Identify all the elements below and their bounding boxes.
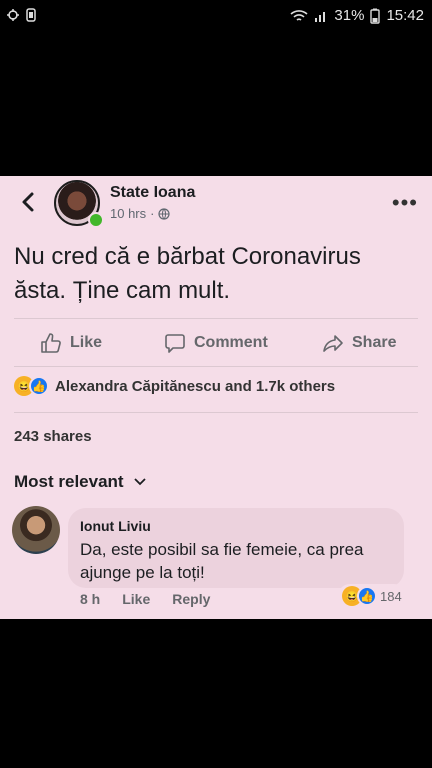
commenter-avatar[interactable] <box>12 506 60 554</box>
post-text: Nu cred că e bărbat Coronavirus ăsta. Ți… <box>14 243 361 304</box>
more-icon[interactable]: ••• <box>392 190 418 216</box>
reactions-text: Alexandra Căpitănescu and 1.7k others <box>55 377 336 395</box>
comment-author[interactable]: Ionut Liviu <box>80 518 151 534</box>
reactions-summary[interactable]: 😆 👍 Alexandra Căpitănescu and 1.7k other… <box>14 376 335 396</box>
status-bar: 31% 15:42 <box>0 0 432 32</box>
online-indicator <box>88 212 104 228</box>
comment-reaction-count: 184 <box>380 588 402 604</box>
divider <box>14 412 418 413</box>
comment-like-button[interactable]: Like <box>122 591 150 607</box>
sync-icon <box>7 9 19 21</box>
chevron-down-icon <box>133 478 146 486</box>
like-label: Like <box>70 334 103 351</box>
comment-actions: 8 h Like Reply <box>80 591 210 607</box>
notification-icon <box>26 8 36 22</box>
comment-label: Comment <box>194 334 268 351</box>
share-icon <box>323 335 343 352</box>
post-meta: 10 hrs · <box>110 206 171 221</box>
meta-separator: · <box>150 206 155 221</box>
share-button[interactable]: Share <box>322 332 396 354</box>
comment-time: 8 h <box>80 591 101 607</box>
back-icon[interactable] <box>16 188 40 216</box>
status-left <box>6 8 36 22</box>
status-right: 31% 15:42 <box>290 7 424 24</box>
share-label: Share <box>352 334 397 351</box>
comment-icon <box>165 334 185 353</box>
wifi-icon <box>290 9 308 21</box>
divider <box>14 366 418 367</box>
comment-reply-button[interactable]: Reply <box>172 591 210 607</box>
shares-count[interactable]: 243 shares <box>14 428 92 445</box>
comment-sort[interactable]: Most relevant <box>14 472 146 492</box>
thumb-icon: 👍 <box>357 586 377 606</box>
like-icon <box>41 333 61 353</box>
sort-label: Most relevant <box>14 472 124 491</box>
thumb-icon: 👍 <box>29 376 49 396</box>
post-actions: Like Comment Share <box>0 326 432 360</box>
post-time[interactable]: 10 hrs <box>110 206 146 221</box>
post-card: State Ioana 10 hrs · ••• Nu cred că e bă… <box>0 176 432 619</box>
post-author[interactable]: State Ioana <box>110 184 195 202</box>
comment-button[interactable]: Comment <box>164 332 268 354</box>
divider <box>14 318 418 319</box>
signal-icon <box>315 11 326 22</box>
comment-reactions[interactable]: 😆 👍 184 <box>338 584 406 608</box>
clock: 15:42 <box>386 7 424 24</box>
battery-percent: 31% <box>334 7 365 24</box>
like-button[interactable]: Like <box>40 332 102 354</box>
comment-bubble: Ionut Liviu Da, este posibil sa fie feme… <box>68 508 404 588</box>
battery-icon <box>370 8 381 24</box>
comment-text: Da, este posibil sa fie femeie, ca prea … <box>80 540 364 582</box>
globe-icon <box>158 207 171 220</box>
